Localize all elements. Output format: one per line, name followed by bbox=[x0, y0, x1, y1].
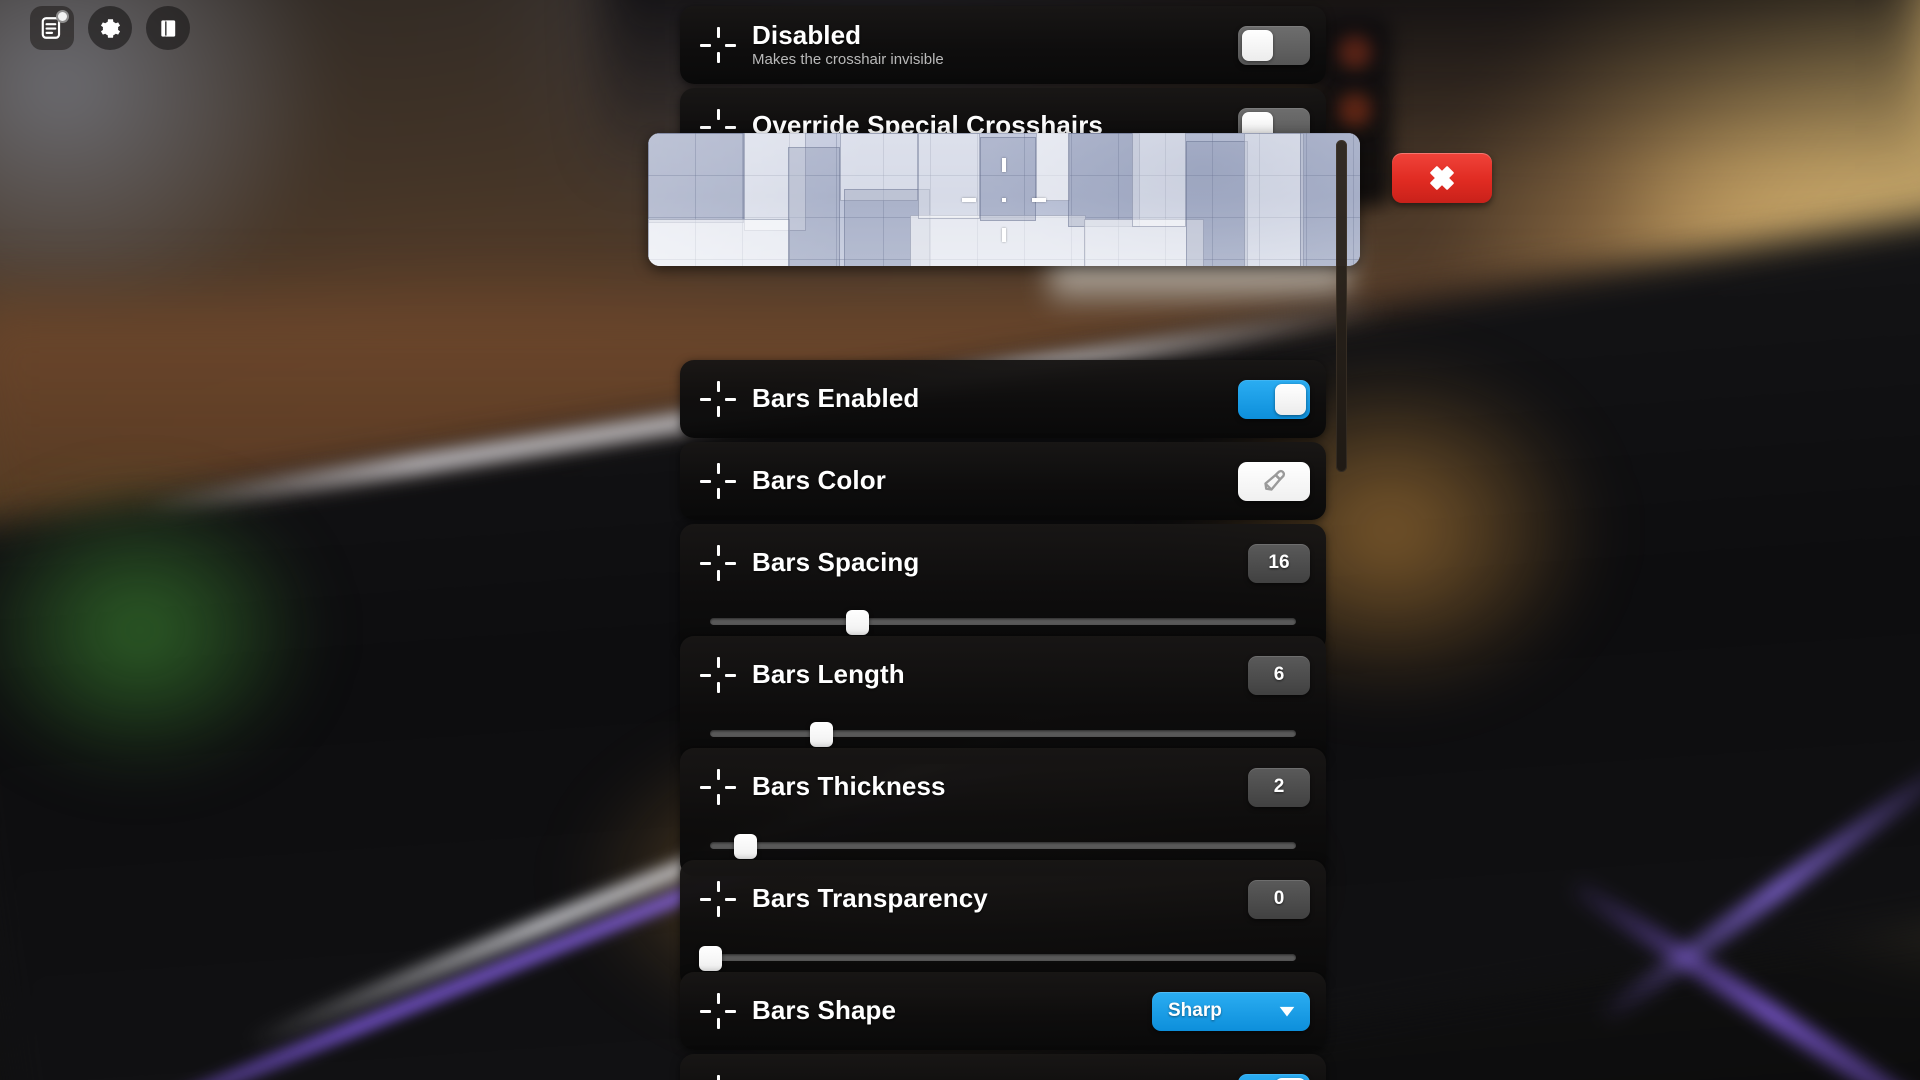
bars-transparency-value[interactable]: 0 bbox=[1248, 879, 1310, 919]
preview-block bbox=[788, 147, 840, 266]
crosshair-icon bbox=[698, 25, 738, 65]
setting-row-bars-shape[interactable]: Bars Shape Sharp bbox=[680, 972, 1326, 1050]
setting-row-bars-length[interactable]: Bars Length 6 bbox=[680, 636, 1326, 764]
bars-shape-dropdown[interactable]: Sharp bbox=[1152, 991, 1310, 1031]
setting-title: Bars Transparency bbox=[752, 883, 988, 914]
paintbrush-icon bbox=[1264, 469, 1286, 491]
bars-shape-value: Sharp bbox=[1168, 1000, 1222, 1021]
slider-knob[interactable] bbox=[810, 722, 834, 747]
preview-block bbox=[918, 133, 980, 219]
preview-block bbox=[648, 219, 790, 266]
notification-dot-icon bbox=[56, 10, 69, 23]
preview-block bbox=[1244, 133, 1304, 266]
slider-knob[interactable] bbox=[845, 610, 869, 635]
preview-block bbox=[980, 137, 1036, 221]
toggle-knob bbox=[1275, 383, 1306, 415]
slider-track bbox=[710, 618, 1296, 625]
notes-button[interactable] bbox=[30, 6, 74, 50]
bars-thickness-value[interactable]: 2 bbox=[1248, 767, 1310, 807]
setting-title: Bars Enabled bbox=[752, 383, 920, 414]
slider-track bbox=[710, 730, 1296, 737]
settings-button[interactable] bbox=[88, 6, 132, 50]
slider-knob[interactable] bbox=[734, 834, 758, 859]
setting-title: Bars Length bbox=[752, 659, 905, 690]
pages-icon bbox=[160, 19, 175, 37]
preview-block bbox=[1186, 141, 1248, 266]
crosshair-preview bbox=[648, 133, 1360, 266]
top-left-toolbar bbox=[30, 6, 190, 50]
crosshair-icon bbox=[698, 767, 738, 807]
preview-block bbox=[1068, 133, 1140, 227]
disabled-toggle[interactable] bbox=[1238, 25, 1310, 65]
setting-row-disabled[interactable]: Disabled Makes the crosshair invisible bbox=[680, 6, 1326, 84]
crosshair-icon bbox=[698, 1073, 738, 1080]
slider-knob[interactable] bbox=[699, 946, 722, 971]
setting-row-bars-color[interactable]: Bars Color bbox=[680, 442, 1326, 520]
pages-button[interactable] bbox=[146, 6, 190, 50]
setting-subtitle: Makes the crosshair invisible bbox=[752, 51, 944, 69]
gear-icon bbox=[100, 18, 120, 38]
preview-block bbox=[648, 133, 744, 223]
setting-row-next-partial[interactable] bbox=[680, 1054, 1326, 1080]
setting-title: Bars Color bbox=[752, 465, 886, 496]
preview-block bbox=[1132, 133, 1186, 227]
setting-title: Disabled bbox=[752, 20, 862, 51]
setting-title: Bars Shape bbox=[752, 995, 897, 1026]
crosshair-icon bbox=[698, 543, 738, 583]
setting-title: Bars Thickness bbox=[752, 771, 946, 802]
setting-row-bars-thickness[interactable]: Bars Thickness 2 bbox=[680, 748, 1326, 876]
crosshair-icon bbox=[698, 461, 738, 501]
toggle-knob bbox=[1242, 29, 1273, 61]
preview-block bbox=[1036, 133, 1070, 201]
bars-length-value[interactable]: 6 bbox=[1248, 655, 1310, 695]
setting-row-bars-transparency[interactable]: Bars Transparency 0 bbox=[680, 860, 1326, 988]
setting-row-bars-spacing[interactable]: Bars Spacing 16 bbox=[680, 524, 1326, 652]
slider-track bbox=[710, 842, 1296, 849]
crosshair-icon bbox=[698, 991, 738, 1031]
preview-block bbox=[1300, 133, 1360, 266]
close-x-icon bbox=[1430, 166, 1454, 190]
crosshair-icon bbox=[698, 879, 738, 919]
close-button[interactable] bbox=[1392, 153, 1492, 203]
setting-title: Bars Spacing bbox=[752, 547, 920, 578]
bars-spacing-value[interactable]: 16 bbox=[1248, 543, 1310, 583]
crosshair-icon bbox=[698, 655, 738, 695]
bars-enabled-toggle[interactable] bbox=[1238, 379, 1310, 419]
settings-scrollbar[interactable] bbox=[1336, 140, 1347, 472]
next-partial-toggle[interactable] bbox=[1238, 1073, 1310, 1080]
crosshair-icon bbox=[698, 379, 738, 419]
chevron-down-icon bbox=[1279, 1006, 1295, 1017]
background-foliage-glow bbox=[0, 480, 320, 780]
setting-row-bars-enabled[interactable]: Bars Enabled bbox=[680, 360, 1326, 438]
preview-block bbox=[910, 215, 1086, 266]
slider-track bbox=[710, 954, 1296, 961]
bars-color-swatch[interactable] bbox=[1238, 461, 1310, 501]
